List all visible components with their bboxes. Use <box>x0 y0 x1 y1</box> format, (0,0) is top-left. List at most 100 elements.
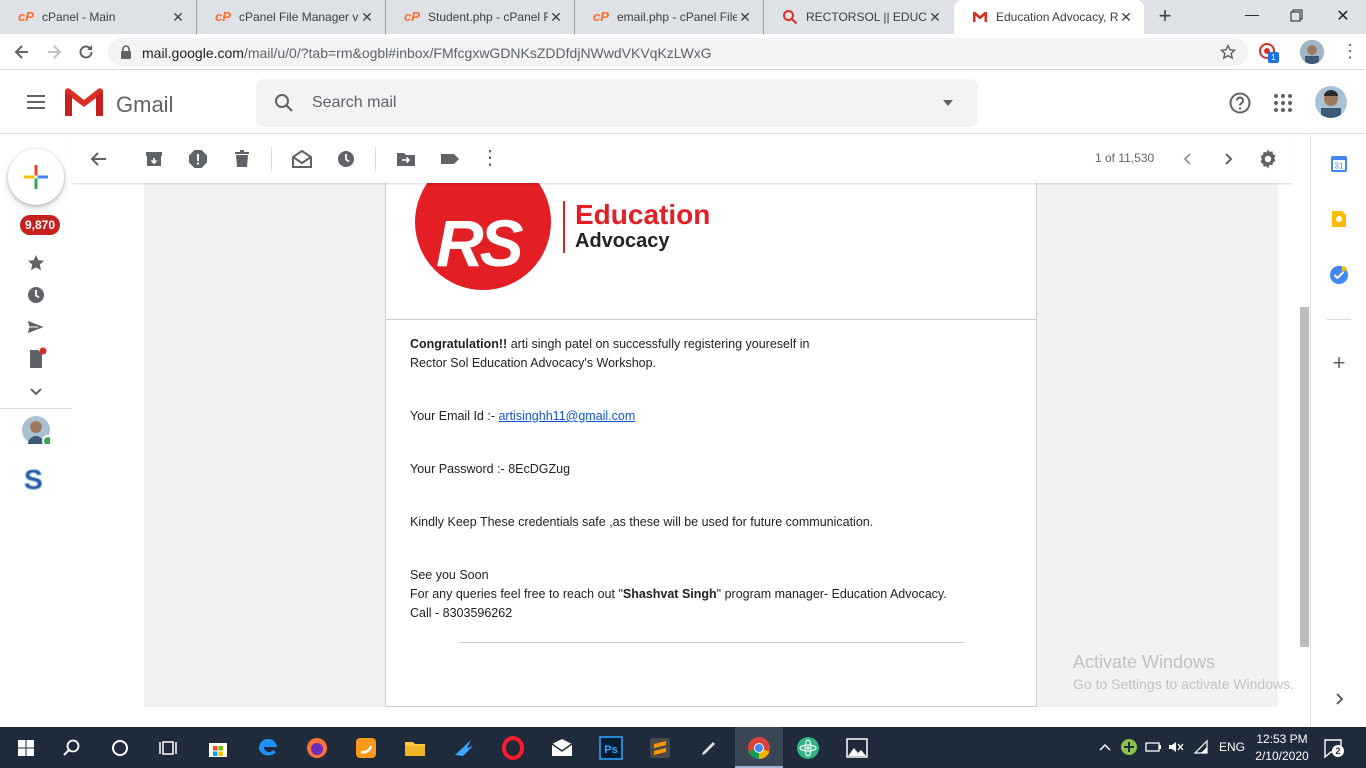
compose-button[interactable] <box>8 149 64 205</box>
greeting-bold: Congratulation!! <box>410 337 508 351</box>
add-addon-plus-icon[interactable]: + <box>1329 352 1349 374</box>
pen-tool-icon[interactable] <box>696 735 722 761</box>
browser-menu-icon[interactable]: ⋮ <box>1340 42 1360 62</box>
move-to-icon[interactable] <box>394 147 418 171</box>
snooze-clock-icon[interactable] <box>334 147 358 171</box>
cortana-icon[interactable] <box>107 735 133 761</box>
brand-line-2: Advocacy <box>575 230 670 252</box>
reload-icon[interactable] <box>76 42 96 62</box>
email-address-link[interactable]: artisinghh11@gmail.com <box>498 409 635 423</box>
unread-count-badge: 9,870 <box>20 215 61 235</box>
cpanel-icon: cP <box>18 9 34 24</box>
greeting-rest: arti singh patel on successfully registe… <box>507 337 810 351</box>
close-tab-icon[interactable]: ✕ <box>359 9 375 25</box>
app-bird-icon[interactable] <box>451 735 477 761</box>
keep-safe-line: Kindly Keep These credentials safe ,as t… <box>410 515 874 529</box>
report-spam-icon[interactable] <box>186 147 210 171</box>
file-explorer-icon[interactable] <box>402 735 428 761</box>
volume-muted-icon[interactable] <box>1167 739 1185 755</box>
windows-start-icon[interactable] <box>13 735 39 761</box>
tray-app-icon[interactable] <box>1120 738 1138 756</box>
bookmark-star-icon[interactable] <box>1220 44 1236 60</box>
expand-panel-chevron-icon[interactable] <box>1329 689 1349 709</box>
forward-arrow-icon[interactable] <box>44 42 64 62</box>
newer-chevron-left-icon[interactable] <box>1176 147 1200 171</box>
labels-icon[interactable] <box>438 147 462 171</box>
email-banner: RS Education Advocacy <box>386 183 1036 320</box>
help-icon[interactable] <box>1229 92 1251 114</box>
gmail-logo-icon[interactable] <box>65 88 103 116</box>
search-input[interactable] <box>312 91 912 115</box>
profile-avatar[interactable] <box>1300 40 1324 64</box>
tab-cpanel-main[interactable]: cP cPanel - Main ✕ <box>0 0 197 34</box>
tab-rectorsol[interactable]: RECTORSOL || EDUCATION ✕ <box>764 0 953 34</box>
keep-bulb-icon[interactable] <box>1329 209 1349 229</box>
store-icon[interactable] <box>205 735 231 761</box>
sublime-text-icon[interactable] <box>647 735 673 761</box>
tab-cpanel-file-manager[interactable]: cP cPanel File Manager v3 ✕ <box>197 0 386 34</box>
mark-unread-icon[interactable] <box>290 147 314 171</box>
show-hidden-icons-chevron-icon[interactable] <box>1097 739 1113 755</box>
drafts-icon[interactable] <box>24 347 48 371</box>
sent-icon[interactable] <box>24 315 48 339</box>
snoozed-icon[interactable] <box>24 283 48 307</box>
account-avatar[interactable] <box>1315 86 1347 118</box>
search-options-dropdown-icon[interactable] <box>942 99 954 107</box>
atom-icon[interactable] <box>795 735 821 761</box>
delete-icon[interactable] <box>230 147 254 171</box>
taskbar-search-icon[interactable] <box>59 735 85 761</box>
action-center-icon[interactable]: 2 <box>1322 737 1344 759</box>
archive-icon[interactable] <box>142 147 166 171</box>
cpanel-icon: cP <box>404 9 420 24</box>
hangouts-avatar[interactable] <box>22 416 50 444</box>
uc-browser-icon[interactable] <box>353 735 379 761</box>
notification-count: 2 <box>1332 745 1344 757</box>
chrome-icon[interactable] <box>746 735 772 761</box>
new-tab-button[interactable]: + <box>1155 5 1175 27</box>
search-icon[interactable] <box>274 93 294 113</box>
minimize-button[interactable]: — <box>1242 6 1262 26</box>
close-tab-icon[interactable]: ✕ <box>548 9 564 25</box>
cpanel-icon: cP <box>593 9 609 24</box>
skype-s-icon[interactable]: S <box>22 464 46 494</box>
close-tab-icon[interactable]: ✕ <box>1118 9 1134 25</box>
battery-icon[interactable] <box>1144 739 1162 755</box>
more-chevron-down-icon[interactable] <box>24 379 48 403</box>
close-tab-icon[interactable]: ✕ <box>170 9 186 25</box>
email-message: Congratulation!! arti singh patel on suc… <box>410 335 1010 623</box>
close-window-button[interactable]: ✕ <box>1333 6 1353 26</box>
wifi-icon[interactable] <box>1193 739 1211 755</box>
search-bar[interactable] <box>256 79 978 127</box>
tasks-icon[interactable] <box>1329 265 1349 285</box>
extension-icon[interactable]: 1 <box>1258 42 1279 63</box>
gmail-icon <box>972 9 988 25</box>
firefox-icon[interactable] <box>304 735 330 761</box>
photos-icon[interactable] <box>844 735 870 761</box>
calendar-icon[interactable]: 31 <box>1329 154 1349 174</box>
older-chevron-right-icon[interactable] <box>1216 147 1240 171</box>
starred-icon[interactable] <box>24 251 48 275</box>
more-options-icon[interactable]: ⋮ <box>478 147 502 171</box>
tab-email-php[interactable]: cP email.php - cPanel File ✕ <box>575 0 764 34</box>
edge-icon[interactable] <box>255 735 281 761</box>
back-to-inbox-icon[interactable] <box>87 147 111 171</box>
tab-gmail-active[interactable]: Education Advocacy, Re ✕ <box>954 0 1144 34</box>
task-view-icon[interactable] <box>155 735 181 761</box>
scrollbar-thumb[interactable] <box>1300 307 1309 647</box>
email-id-label: Your Email Id :- <box>410 409 499 423</box>
settings-gear-icon[interactable] <box>1256 147 1280 171</box>
close-tab-icon[interactable]: ✕ <box>927 9 943 25</box>
google-apps-icon[interactable] <box>1273 93 1293 113</box>
opera-icon[interactable] <box>500 735 526 761</box>
main-menu-icon[interactable] <box>25 91 47 113</box>
address-bar[interactable]: mail.google.com/mail/u/0/?tab=rm&ogbl#in… <box>108 38 1248 66</box>
tab-student-php[interactable]: cP Student.php - cPanel File ✕ <box>386 0 575 34</box>
close-tab-icon[interactable]: ✕ <box>737 9 753 25</box>
restore-button[interactable] <box>1287 6 1307 26</box>
system-clock[interactable]: 12:53 PM 2/10/2020 <box>1252 731 1312 765</box>
input-language[interactable]: ENG <box>1219 740 1245 754</box>
back-arrow-icon[interactable] <box>12 42 32 62</box>
mail-icon[interactable] <box>549 735 575 761</box>
photoshop-icon[interactable]: Ps <box>598 735 624 761</box>
clock-time: 12:53 PM <box>1256 732 1308 746</box>
